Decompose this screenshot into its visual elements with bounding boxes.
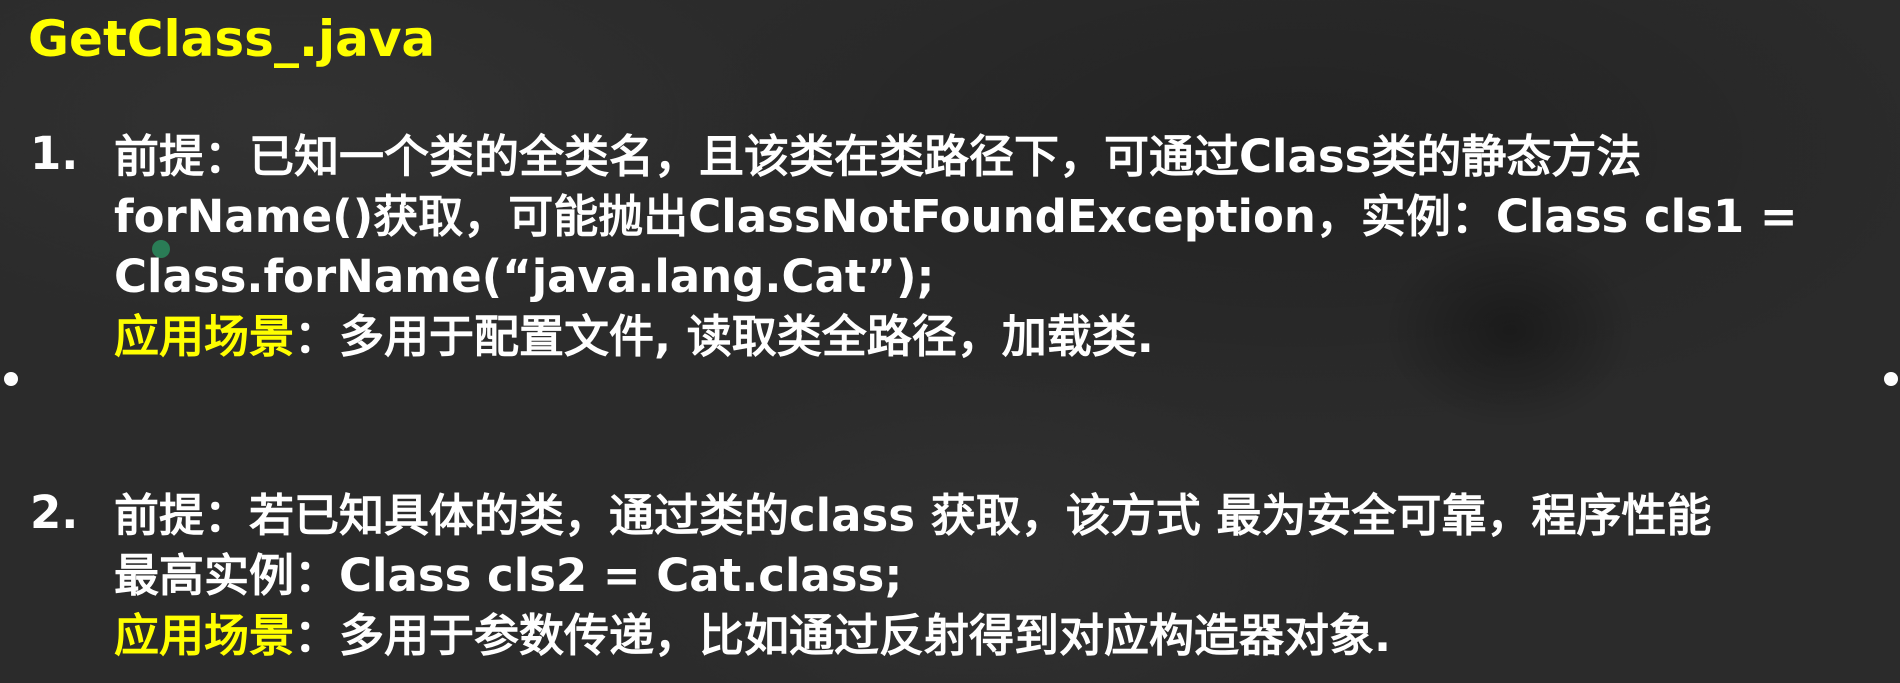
scenario-label: 应用场景 xyxy=(114,609,295,662)
slide-canvas: GetClass_.java 1. 前提：已知一个类的全类名，且该类在类路径下，… xyxy=(0,0,1900,683)
list-item-body: 前提：已知一个类的全类名，且该类在类路径下，可通过Class类的静态方法 for… xyxy=(114,127,1900,367)
resize-handle-left[interactable] xyxy=(4,372,18,386)
scenario-colon: ： xyxy=(294,310,340,363)
resize-handle-right[interactable] xyxy=(1884,372,1898,386)
list-item-body: 前提：若已知具体的类，通过类的class 获取，该方式 最为安全可靠，程序性能 … xyxy=(114,486,1900,666)
list-item-number: 1. xyxy=(30,127,79,180)
scenario-text: 多用于参数传递，比如通过反射得到对应构造器对象. xyxy=(339,609,1392,662)
scenario-line: 应用场景：多用于参数传递，比如通过反射得到对应构造器对象. xyxy=(114,606,1900,666)
scenario-colon: ： xyxy=(294,609,340,662)
premise-line-2: 最高实例：Class cls2 = Cat.class; xyxy=(114,549,903,602)
premise-line-1: 前提：已知一个类的全类名，且该类在类路径下，可通过Class类的静态方法 xyxy=(114,130,1642,183)
slide-title: GetClass_.java xyxy=(28,10,436,68)
list-item-number: 2. xyxy=(30,486,79,539)
scenario-text: 多用于配置文件, 读取类全路径，加载类. xyxy=(339,310,1154,363)
premise-line-3: Class.forName(“java.lang.Cat”); xyxy=(114,250,935,303)
premise-line-1: 前提：若已知具体的类，通过类的class 获取，该方式 最为安全可靠，程序性能 xyxy=(114,489,1712,542)
scenario-label: 应用场景 xyxy=(114,310,295,363)
cursor-highlight-icon xyxy=(152,240,170,258)
scenario-line: 应用场景：多用于配置文件, 读取类全路径，加载类. xyxy=(114,307,1900,367)
premise-line-2: forName()获取，可能抛出ClassNotFoundException，实… xyxy=(114,190,1798,243)
